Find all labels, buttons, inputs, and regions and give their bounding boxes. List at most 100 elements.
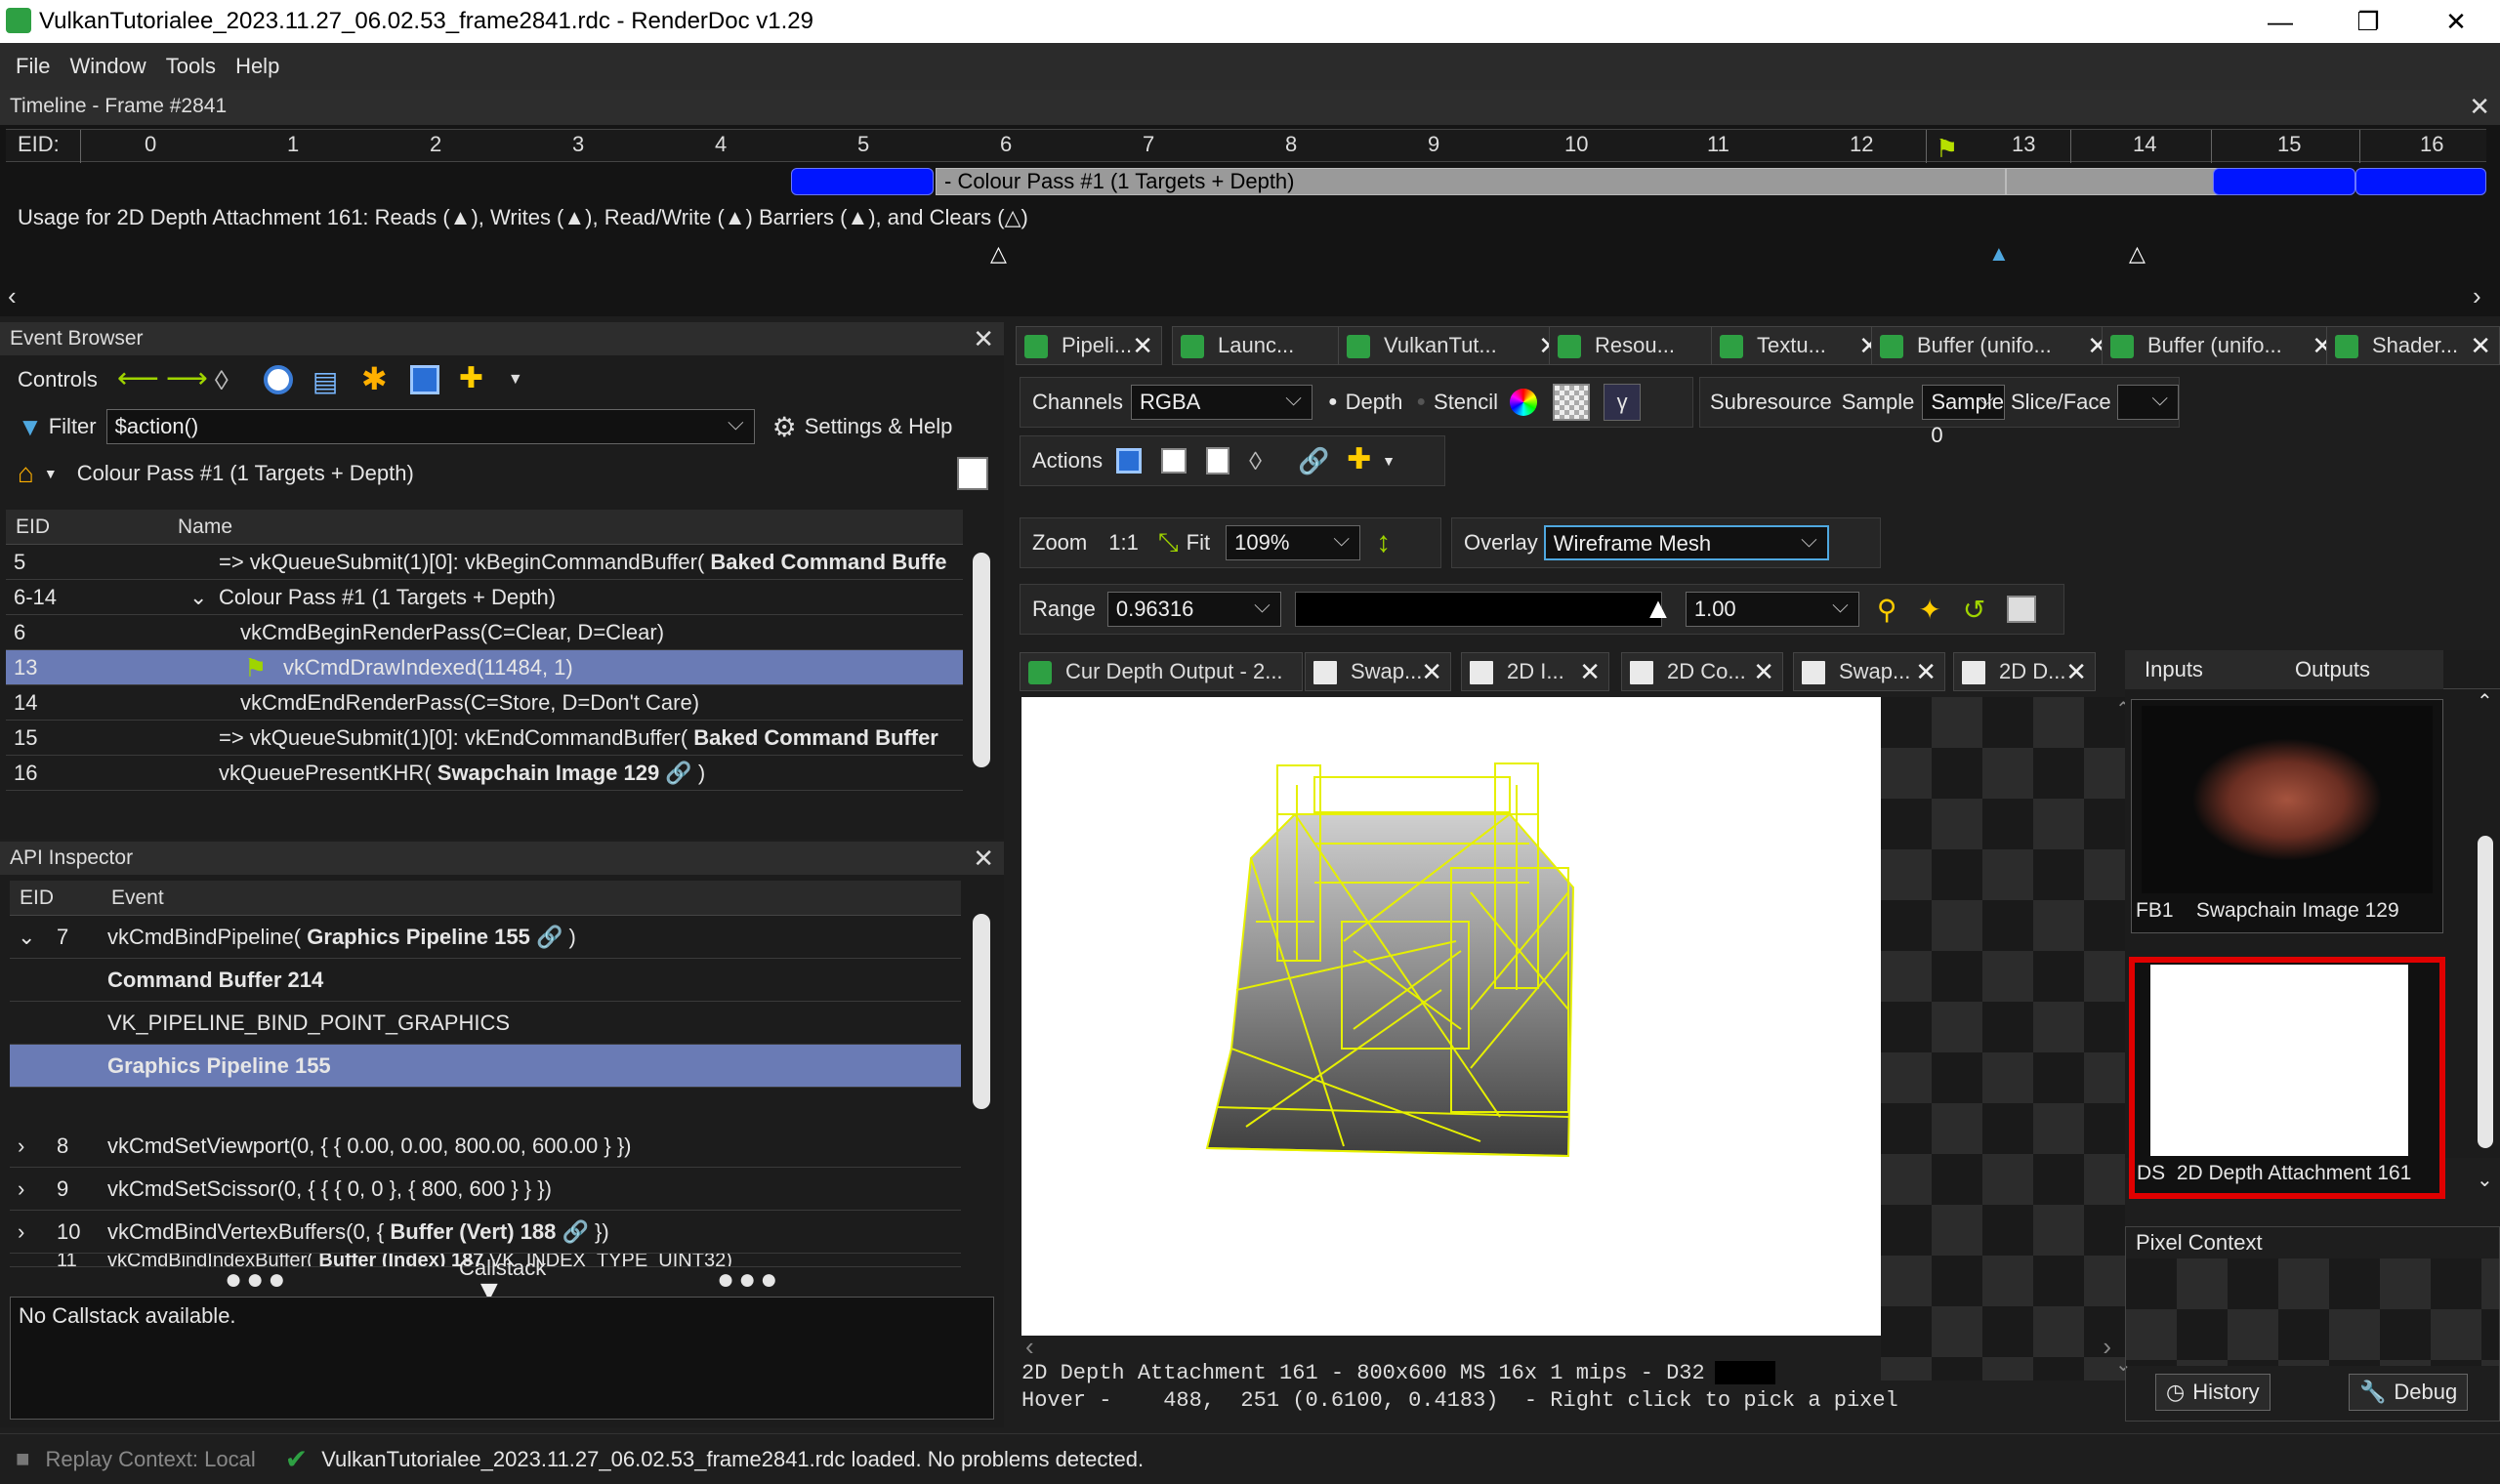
clock-icon[interactable]	[263, 365, 293, 394]
subtab-swapchain-1[interactable]: Swap... ✕	[1305, 652, 1451, 691]
horizontal-scrollbar[interactable]: ‹ ›	[1021, 1332, 2115, 1361]
scroll-right-icon[interactable]: ›	[2473, 281, 2481, 311]
table-row[interactable]: › 10 vkCmdBindVertexBuffers(0, { Buffer (V…	[10, 1211, 961, 1254]
history-button[interactable]: ◷ History	[2155, 1374, 2271, 1411]
close-icon[interactable]: ✕	[973, 842, 994, 875]
table-row[interactable]: 5 => vkQueueSubmit(1)[0]: vkBeginCommandB…	[6, 545, 963, 580]
range-histogram[interactable]: ▲	[1294, 592, 1673, 627]
texture-canvas[interactable]	[1021, 697, 1881, 1336]
close-icon[interactable]: ✕	[973, 322, 994, 355]
minimize-icon[interactable]: —	[2236, 0, 2324, 43]
settings-help-button[interactable]: Settings & Help	[805, 414, 953, 439]
histogram-icon[interactable]	[2007, 596, 2037, 623]
zoom-select[interactable]: 109%	[1226, 522, 1361, 560]
close-icon[interactable]: ✕	[2469, 90, 2490, 123]
scroll-left-icon[interactable]: ‹	[8, 281, 17, 311]
tab-vulkantut[interactable]: VulkanTut...✕	[1338, 326, 1568, 365]
replay-context-label[interactable]: Replay Context: Local	[46, 1447, 256, 1472]
checkerboard-icon[interactable]	[1553, 384, 1591, 421]
restore-icon[interactable]: ❐	[2324, 0, 2412, 43]
thumbnail-depth-attachment[interactable]: DS 2D Depth Attachment 161	[2129, 957, 2445, 1199]
event-marker[interactable]	[791, 168, 934, 195]
more-icon[interactable]: ●●●	[717, 1263, 781, 1297]
link-icon[interactable]: 🔗	[530, 925, 562, 949]
flip-vertical-icon[interactable]: ↕	[1376, 526, 1391, 559]
table-row-selected[interactable]: Graphics Pipeline 155	[10, 1045, 961, 1088]
event-marker[interactable]	[2213, 168, 2355, 195]
overlay-select[interactable]: Wireframe Mesh	[1543, 523, 1829, 560]
auto-fit-icon[interactable]: ✦	[1918, 594, 1940, 626]
close-icon[interactable]: ✕	[2065, 653, 2087, 690]
col-eid[interactable]: EID	[10, 881, 102, 916]
close-icon[interactable]: ✕	[2470, 327, 2491, 364]
menu-tools[interactable]: Tools	[156, 43, 226, 90]
tab-buffer-2[interactable]: Buffer (unifo... ✕	[2102, 326, 2342, 365]
scrollbar[interactable]	[969, 885, 994, 1295]
asterisk-icon[interactable]: ✱	[361, 363, 391, 394]
menu-help[interactable]: Help	[226, 43, 289, 90]
scrollbar[interactable]	[969, 514, 994, 806]
thumbnail-swapchain[interactable]: FB1 Swapchain Image 129	[2131, 699, 2443, 933]
reset-range-icon[interactable]: ↺	[1963, 594, 1985, 626]
stencil-radio[interactable]: ●	[1416, 393, 1426, 411]
fit-icon[interactable]: ⤡	[1158, 527, 1179, 558]
menu-file[interactable]: File	[6, 43, 60, 90]
scroll-down-icon[interactable]: ⌄	[2477, 1168, 2493, 1192]
table-row[interactable]: 14 vkCmdEndRenderPass(C=Store, D=Don't Ca…	[6, 685, 963, 721]
table-row[interactable]: › 8 vkCmdSetViewport(0, { { 0.00, 0.00, 80…	[10, 1125, 961, 1168]
col-name[interactable]: Name	[168, 510, 232, 545]
color-wheel-icon[interactable]	[1510, 389, 1538, 416]
colour-pass-bar-tail[interactable]	[2006, 168, 2219, 195]
col-eid[interactable]: EID	[6, 510, 168, 545]
tab-inputs[interactable]: Inputs	[2125, 649, 2281, 689]
timeline-bars[interactable]: - Colour Pass #1 (1 Targets + Depth)	[6, 164, 2486, 197]
table-row[interactable]: VK_PIPELINE_BIND_POINT_GRAPHICS	[10, 1002, 961, 1045]
save-icon[interactable]	[1116, 448, 1143, 474]
tab-outputs[interactable]: Outputs	[2281, 649, 2443, 689]
texture-canvas-background[interactable]	[1881, 697, 2125, 1381]
scroll-up-icon[interactable]: ⌃	[2477, 689, 2493, 714]
puzzle-icon[interactable]: ✚	[459, 364, 488, 394]
subtab-swapchain-2[interactable]: Swap... ✕	[1793, 652, 1945, 691]
fit-button[interactable]: Fit	[1187, 530, 1210, 556]
sample-select[interactable]: Sample 0	[1922, 382, 2005, 447]
tab-shader[interactable]: Shader... ✕	[2326, 326, 2500, 365]
tab-texture[interactable]: Textu... ✕	[1711, 326, 1889, 365]
chevron-right-icon[interactable]: ›	[18, 1211, 24, 1254]
table-row[interactable]: 6-14 ⌄ Colour Pass #1 (1 Targets + Depth)	[6, 580, 963, 615]
range-max-input[interactable]: 1.00	[1685, 589, 1859, 627]
close-icon[interactable]: ✕	[1132, 327, 1153, 364]
tab-pipeline[interactable]: Pipeli... ✕	[1016, 326, 1162, 365]
home-icon[interactable]: ⌂	[18, 458, 34, 489]
timeline-ruler[interactable]: EID: 0 1 2 3 4 5 6 7 8 9 10 11 12 ⚑ 13 1…	[6, 129, 2486, 163]
range-min-input[interactable]: 0.96316	[1106, 589, 1281, 627]
chevron-down-icon[interactable]: ▼	[1382, 453, 1396, 469]
subtab-cur-depth-output[interactable]: Cur Depth Output - 2...	[1020, 652, 1303, 691]
close-icon[interactable]: ✕	[1421, 653, 1442, 690]
subtab-2d-co[interactable]: 2D Co... ✕	[1621, 652, 1783, 691]
subtab-2d-d[interactable]: 2D D... ✕	[1953, 652, 2096, 691]
table-row-selected[interactable]: 13 ⚑ vkCmdDrawIndexed(11484, 1)	[6, 650, 963, 685]
close-icon[interactable]: ✕	[2412, 0, 2500, 43]
chevron-down-icon[interactable]: ⌄	[189, 580, 207, 615]
document-icon[interactable]	[1206, 447, 1230, 474]
copy-icon[interactable]	[1161, 448, 1188, 474]
link-icon[interactable]: 🔗	[659, 761, 691, 785]
zoom-range-icon[interactable]: ⚲	[1877, 594, 1897, 626]
table-row[interactable]: 16 vkQueuePresentKHR( Swapchain Image 129…	[6, 756, 963, 791]
close-icon[interactable]: ✕	[1753, 653, 1774, 690]
range-handle-icon[interactable]: ▲	[1644, 593, 1673, 626]
more-icon[interactable]: ●●●	[225, 1263, 289, 1297]
scroll-left-icon[interactable]: ‹	[1025, 1332, 1034, 1362]
chevron-right-icon[interactable]: ›	[18, 1125, 24, 1168]
tab-buffer-1[interactable]: Buffer (unifo... ✕	[1871, 326, 2117, 365]
colour-pass-bar[interactable]: - Colour Pass #1 (1 Targets + Depth)	[936, 168, 2006, 195]
scroll-right-icon[interactable]: ›	[2103, 1332, 2111, 1362]
bookmark-icon[interactable]	[957, 457, 988, 490]
chevron-down-icon[interactable]: ▼	[44, 466, 58, 481]
binoculars-icon[interactable]: ◊	[215, 365, 244, 395]
puzzle-icon[interactable]: ✚	[1347, 445, 1376, 475]
channels-select[interactable]: RGBA	[1130, 382, 1312, 420]
gamma-button[interactable]: γ	[1604, 384, 1642, 421]
link-icon[interactable]: 🔗	[1298, 446, 1329, 475]
